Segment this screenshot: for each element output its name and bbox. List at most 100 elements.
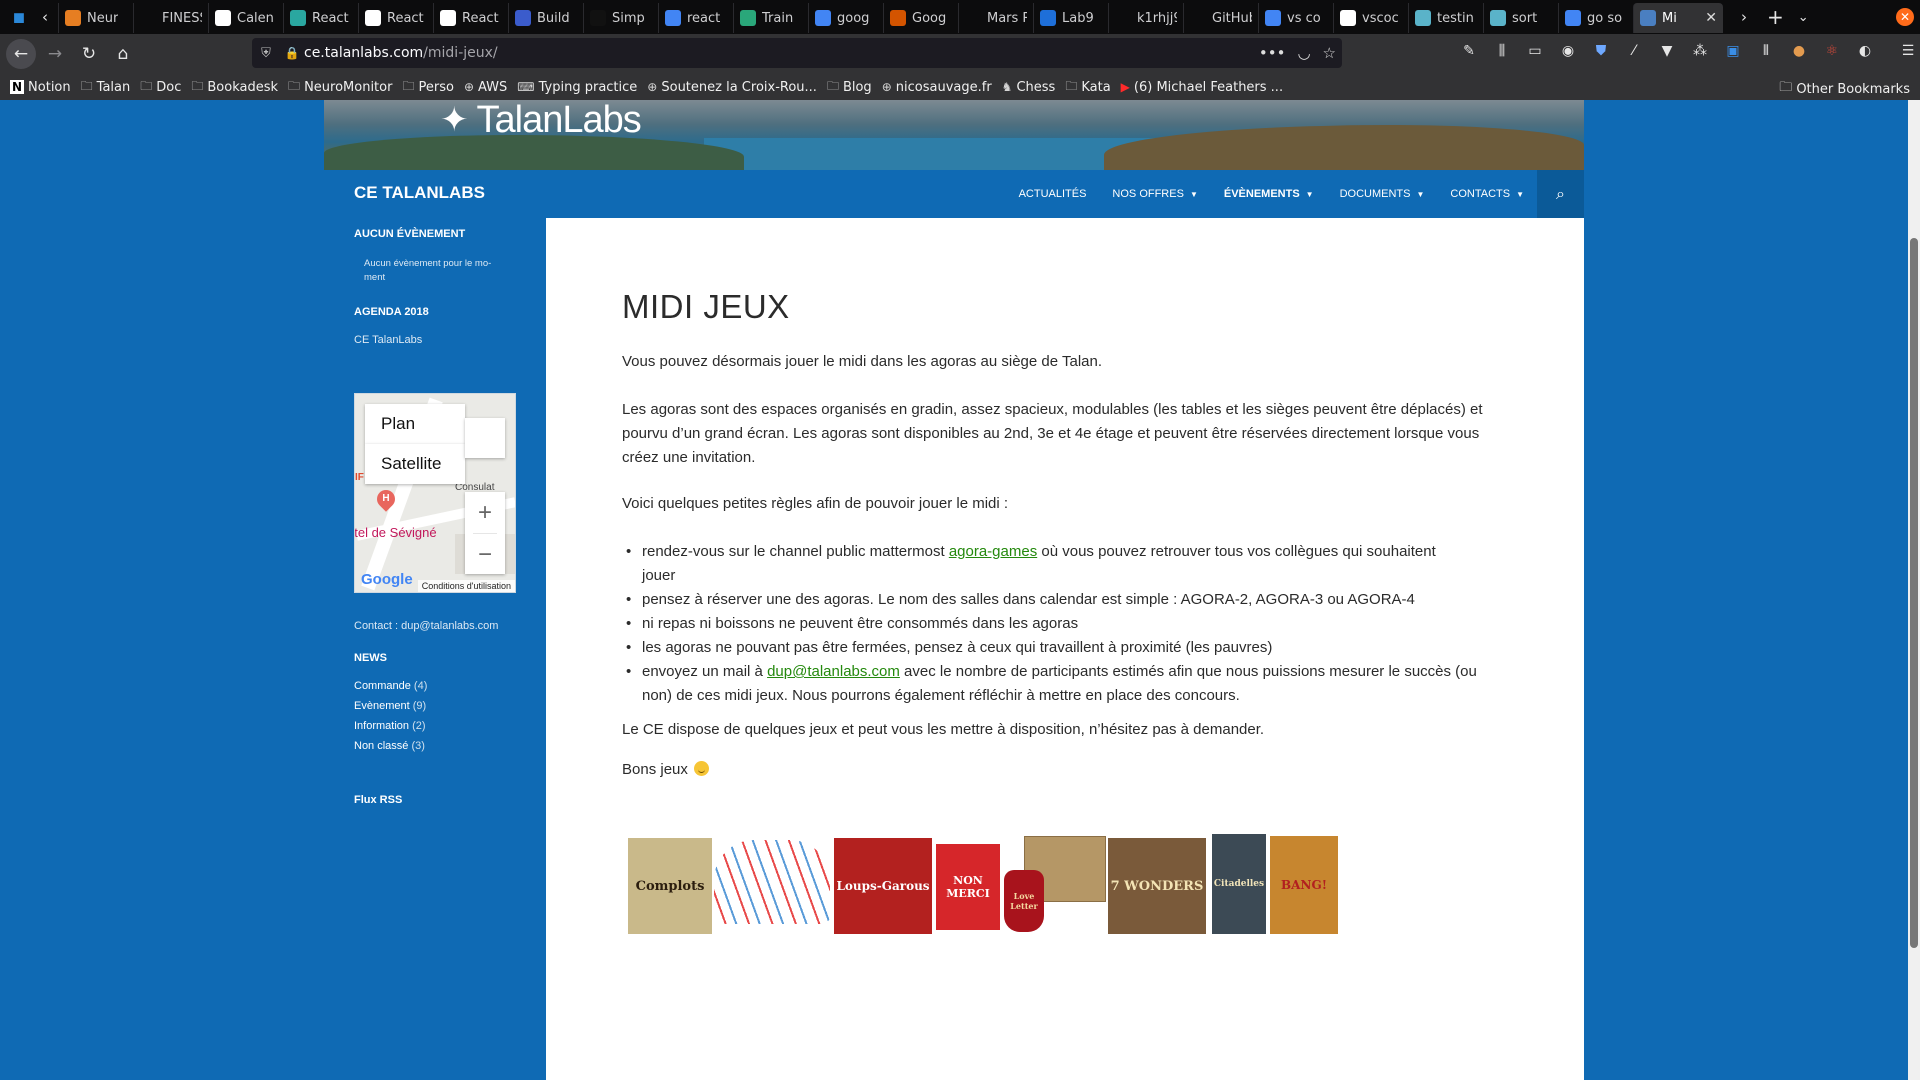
bookmark-item[interactable]: ⊕ Soutenez la Croix-Rou... bbox=[647, 77, 817, 98]
new-tab-icon[interactable]: + bbox=[1767, 5, 1784, 29]
bookmark-item[interactable]: 🗀 Kata bbox=[1065, 77, 1110, 98]
fi-extension-icon[interactable]: ▣ bbox=[1724, 42, 1742, 60]
notion-icon: N bbox=[10, 80, 25, 94]
tools-icon[interactable]: ✎ bbox=[1460, 42, 1478, 60]
tab-17[interactable]: vscoc bbox=[1333, 3, 1408, 33]
map-terms-link[interactable]: Conditions d'utilisation bbox=[417, 580, 515, 592]
menu-item-3[interactable]: DOCUMENTS ▼ bbox=[1340, 188, 1425, 200]
close-tab-icon[interactable]: ✕ bbox=[1705, 10, 1717, 26]
tab-7[interactable]: Simp bbox=[583, 3, 658, 33]
page-actions-icon[interactable]: ••• bbox=[1259, 44, 1286, 62]
bookmark-item[interactable]: N Notion bbox=[10, 77, 71, 98]
tracking-shield-icon[interactable]: ⛨ bbox=[252, 46, 280, 61]
tab-18[interactable]: testin bbox=[1408, 3, 1483, 33]
bookmark-item[interactable]: 🗀 Blog bbox=[827, 77, 872, 98]
news-category-item[interactable]: Commande (4) bbox=[354, 680, 427, 692]
bookmark-item[interactable]: 🗀 NeuroMonitor bbox=[288, 77, 392, 98]
firefox-icon[interactable]: ✕ bbox=[1896, 8, 1914, 26]
tab-11[interactable]: Goog bbox=[883, 3, 958, 33]
eyedropper-icon[interactable]: ⁄ bbox=[1625, 42, 1643, 60]
bookmark-item[interactable]: ▶ (6) Michael Feathers ... bbox=[1121, 77, 1283, 98]
tab-4[interactable]: React bbox=[358, 3, 433, 33]
news-category-item[interactable]: Information (2) bbox=[354, 720, 426, 732]
bookmark-item[interactable]: 🗀 Talan bbox=[81, 77, 131, 98]
sidebar: AUCUN ÉVÈNEMENT Aucun évènement pour le … bbox=[324, 218, 546, 1080]
outlook-icon[interactable]: ◼ bbox=[6, 4, 32, 30]
tab-9[interactable]: Train bbox=[733, 3, 808, 33]
back-button[interactable]: ← bbox=[6, 39, 36, 69]
lock-icon[interactable]: 🔒 bbox=[280, 46, 304, 60]
tab-active[interactable]: Mi ✕ bbox=[1633, 3, 1723, 33]
sidebar-icon[interactable]: ▭ bbox=[1526, 42, 1544, 60]
bookmark-item[interactable]: 🗀 Bookadesk bbox=[191, 77, 278, 98]
tab-14[interactable]: k1rhjj9sb bbox=[1108, 3, 1183, 33]
dark-reader-icon[interactable]: ◐ bbox=[1856, 42, 1874, 60]
chevron-down-icon[interactable]: ⌄ bbox=[1798, 10, 1809, 25]
bookmark-star-icon[interactable]: ☆ bbox=[1323, 44, 1336, 62]
tab-10[interactable]: goog bbox=[808, 3, 883, 33]
tab-scroll-left-icon[interactable]: ‹ bbox=[32, 4, 58, 30]
extension-icon[interactable]: ⁂ bbox=[1691, 42, 1709, 60]
search-icon[interactable]: ⌕ bbox=[1537, 170, 1584, 218]
library-icon[interactable]: ⫼ bbox=[1493, 42, 1511, 60]
tab-20[interactable]: go so bbox=[1558, 3, 1633, 33]
map-hotel-pin-icon[interactable]: H bbox=[373, 486, 399, 512]
bookmark-item[interactable]: ♞ Chess bbox=[1002, 77, 1056, 98]
bars-icon[interactable]: ⦀ bbox=[1757, 42, 1775, 60]
tab-scroll-right-icon[interactable]: › bbox=[1731, 4, 1757, 30]
other-bookmarks[interactable]: 🗀 Other Bookmarks bbox=[1779, 78, 1910, 100]
bookmark-item[interactable]: ⌨ Typing practice bbox=[517, 77, 637, 98]
tab-13[interactable]: Lab9 bbox=[1033, 3, 1108, 33]
tab-15[interactable]: GitHub fo bbox=[1183, 3, 1258, 33]
tab-2[interactable]: Calen bbox=[208, 3, 283, 33]
bookmark-item[interactable]: 🗀 Doc bbox=[140, 77, 181, 98]
tab-1[interactable]: FINESS : f bbox=[133, 3, 208, 33]
bookmark-item[interactable]: ⊕ nicosauvage.fr bbox=[882, 77, 992, 98]
cookie-icon[interactable]: ● bbox=[1790, 42, 1808, 60]
site-title[interactable]: CE TALANLABS bbox=[354, 183, 485, 203]
menu-item-2[interactable]: ÉVÈNEMENTS ▼ bbox=[1224, 188, 1314, 200]
bitwarden-icon[interactable]: ⛊ bbox=[1592, 42, 1610, 60]
bookmark-item[interactable]: 🗀 Perso bbox=[402, 77, 453, 98]
menu-item-0[interactable]: ACTUALITÉS bbox=[1019, 188, 1087, 200]
map-fullscreen-button[interactable] bbox=[465, 418, 505, 458]
menu-item-4[interactable]: CONTACTS ▼ bbox=[1450, 188, 1524, 200]
tab-16[interactable]: vs co bbox=[1258, 3, 1333, 33]
url-bar[interactable]: ⛨ 🔒 ce.talanlabs.com/midi-jeux/ ••• ◡ ☆ bbox=[252, 38, 1342, 68]
scrollbar-thumb[interactable] bbox=[1910, 238, 1918, 948]
rss-link[interactable]: Flux RSS bbox=[354, 794, 402, 806]
tab-3[interactable]: React bbox=[283, 3, 358, 33]
news-category-item[interactable]: Non classé (3) bbox=[354, 740, 425, 752]
tab-6[interactable]: Build bbox=[508, 3, 583, 33]
tab-8[interactable]: react bbox=[658, 3, 733, 33]
scrollbar[interactable] bbox=[1908, 100, 1920, 1080]
react-devtools-icon[interactable]: ⚛ bbox=[1823, 42, 1841, 60]
vue-devtools-icon[interactable]: ▼ bbox=[1658, 42, 1676, 60]
tab-12[interactable]: Mars Rov bbox=[958, 3, 1033, 33]
map-zoom-in-button[interactable]: + bbox=[465, 492, 505, 533]
tab-19[interactable]: sort bbox=[1483, 3, 1558, 33]
news-category-item[interactable]: Evènement (9) bbox=[354, 700, 426, 712]
menu-item-1[interactable]: NOS OFFRES ▼ bbox=[1112, 188, 1197, 200]
bookmark-item[interactable]: ⊕ AWS bbox=[464, 77, 507, 98]
email-link[interactable]: dup@talanlabs.com bbox=[767, 663, 900, 680]
agenda-link[interactable]: CE TalanLabs bbox=[354, 334, 422, 346]
site-logo[interactable]: ✦ TalanLabs bbox=[440, 100, 642, 141]
map-tab-plan[interactable]: Plan bbox=[365, 404, 465, 444]
agora-games-link[interactable]: agora-games bbox=[949, 543, 1037, 560]
map-tab-satellite[interactable]: Satellite bbox=[365, 444, 465, 484]
map-place-label[interactable]: ôtel de Sévigné bbox=[355, 525, 437, 540]
tab-favicon-icon bbox=[740, 10, 756, 26]
tab-5[interactable]: React bbox=[433, 3, 508, 33]
tab-0[interactable]: Neur bbox=[58, 3, 133, 33]
reload-button[interactable]: ↻ bbox=[74, 39, 104, 69]
bookmark-label: Typing practice bbox=[538, 79, 638, 95]
pocket-icon[interactable]: ◡ bbox=[1297, 44, 1310, 62]
google-map[interactable]: IF Consulat H ôtel de Sévigné Plan Satel… bbox=[354, 393, 516, 593]
map-zoom-out-button[interactable]: − bbox=[465, 534, 505, 575]
account-icon[interactable]: ◉ bbox=[1559, 42, 1577, 60]
forward-button[interactable]: → bbox=[40, 39, 70, 69]
tab-favicon-icon bbox=[1640, 10, 1656, 26]
home-button[interactable]: ⌂ bbox=[108, 39, 138, 69]
menu-icon[interactable]: ☰ bbox=[1899, 42, 1917, 60]
